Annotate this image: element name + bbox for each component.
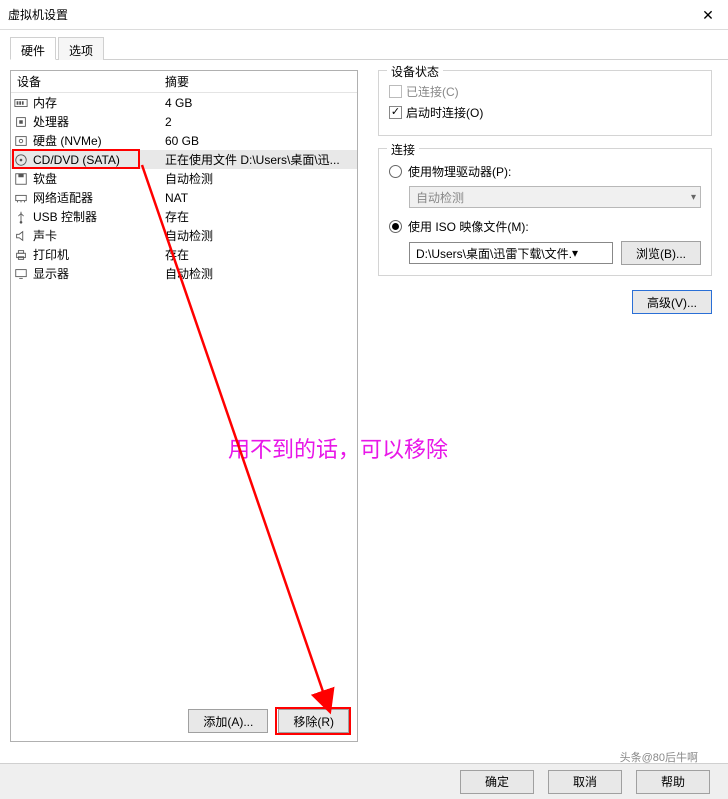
disc-icon [11,153,31,167]
remove-button[interactable]: 移除(R) [278,709,349,733]
device-name: 处理器 [31,113,161,130]
connected-checkbox [389,85,402,98]
device-name: 网络适配器 [31,189,161,206]
device-name: 硬盘 (NVMe) [31,132,161,149]
titlebar: 虚拟机设置 ✕ [0,0,728,30]
iso-path-value: D:\Users\桌面\迅雷下载\文件. [416,245,572,262]
status-fieldset: 设备状态 已连接(C) 启动时连接(O) [378,70,712,136]
status-legend: 设备状态 [387,63,443,80]
device-row[interactable]: CD/DVD (SATA)正在使用文件 D:\Users\桌面\迅... [11,150,357,169]
device-row[interactable]: 软盘自动检测 [11,169,357,188]
advanced-row: 高级(V)... [378,290,712,314]
content-area: 设备 摘要 内存4 GB处理器2硬盘 (NVMe)60 GBCD/DVD (SA… [0,60,728,742]
connect-on-power-row[interactable]: 启动时连接(O) [389,104,701,121]
iso-path-row: D:\Users\桌面\迅雷下载\文件. ▾ 浏览(B)... [409,241,701,265]
cancel-button[interactable]: 取消 [548,770,622,794]
use-iso-label: 使用 ISO 映像文件(M): [408,218,529,235]
header-summary: 摘要 [161,73,357,90]
device-summary: 自动检测 [161,265,357,282]
use-iso-row[interactable]: 使用 ISO 映像文件(M): [389,218,701,235]
device-name: 软盘 [31,170,161,187]
left-button-bar: 添加(A)... 移除(R) [188,709,349,733]
display-icon [11,267,31,281]
device-summary: 存在 [161,246,357,263]
device-row[interactable]: 打印机存在 [11,245,357,264]
device-name: 显示器 [31,265,161,282]
chevron-down-icon[interactable]: ▾ [572,246,578,260]
device-name: CD/DVD (SATA) [31,153,161,167]
ok-button[interactable]: 确定 [460,770,534,794]
tab-hardware[interactable]: 硬件 [10,37,56,60]
device-summary: 2 [161,115,357,129]
device-summary: NAT [161,191,357,205]
sound-icon [11,229,31,243]
printer-icon [11,248,31,262]
device-name: 内存 [31,94,161,111]
tab-strip: 硬件 选项 [10,36,728,60]
device-summary: 60 GB [161,134,357,148]
connect-on-power-label: 启动时连接(O) [406,104,483,121]
device-name: 打印机 [31,246,161,263]
use-physical-radio[interactable] [389,165,402,178]
floppy-icon [11,172,31,186]
device-row[interactable]: 网络适配器NAT [11,188,357,207]
chevron-down-icon: ▾ [691,192,696,203]
connection-fieldset: 连接 使用物理驱动器(P): 自动检测 ▾ 使用 ISO 映像文件(M): D:… [378,148,712,276]
use-iso-radio[interactable] [389,220,402,233]
use-physical-row[interactable]: 使用物理驱动器(P): [389,163,701,180]
advanced-button[interactable]: 高级(V)... [632,290,712,314]
help-button[interactable]: 帮助 [636,770,710,794]
window-title: 虚拟机设置 [8,6,720,23]
device-summary: 自动检测 [161,227,357,244]
connection-legend: 连接 [387,141,419,158]
connected-label: 已连接(C) [406,83,459,100]
device-name: 声卡 [31,227,161,244]
physical-drive-value: 自动检测 [416,189,464,206]
device-row[interactable]: 显示器自动检测 [11,264,357,283]
cpu-icon [11,115,31,129]
device-summary: 自动检测 [161,170,357,187]
use-physical-label: 使用物理驱动器(P): [408,163,511,180]
browse-button[interactable]: 浏览(B)... [621,241,701,265]
disk-icon [11,134,31,148]
physical-drive-combo: 自动检测 ▾ [409,186,701,208]
device-row[interactable]: 内存4 GB [11,93,357,112]
device-summary: 存在 [161,208,357,225]
hardware-list-panel: 设备 摘要 内存4 GB处理器2硬盘 (NVMe)60 GBCD/DVD (SA… [10,70,358,742]
device-row[interactable]: USB 控制器存在 [11,207,357,226]
connect-on-power-checkbox[interactable] [389,106,402,119]
hardware-table-header: 设备 摘要 [11,71,357,93]
device-row[interactable]: 声卡自动检测 [11,226,357,245]
device-detail-panel: 设备状态 已连接(C) 启动时连接(O) 连接 使用物理驱动器(P): 自动检测… [372,70,718,742]
add-button[interactable]: 添加(A)... [188,709,268,733]
device-name: USB 控制器 [31,208,161,225]
header-device: 设备 [11,73,161,90]
tab-options[interactable]: 选项 [58,37,104,60]
watermark: 头条@80后牛啊 [620,749,698,765]
device-row[interactable]: 硬盘 (NVMe)60 GB [11,131,357,150]
device-list: 内存4 GB处理器2硬盘 (NVMe)60 GBCD/DVD (SATA)正在使… [11,93,357,283]
iso-path-combo[interactable]: D:\Users\桌面\迅雷下载\文件. ▾ [409,242,613,264]
memory-icon [11,96,31,110]
usb-icon [11,210,31,224]
dialog-button-bar: 确定 取消 帮助 [0,763,728,799]
nic-icon [11,191,31,205]
device-summary: 正在使用文件 D:\Users\桌面\迅... [161,151,357,168]
close-button[interactable]: ✕ [688,0,728,30]
device-row[interactable]: 处理器2 [11,112,357,131]
connected-row: 已连接(C) [389,83,701,100]
device-summary: 4 GB [161,96,357,110]
